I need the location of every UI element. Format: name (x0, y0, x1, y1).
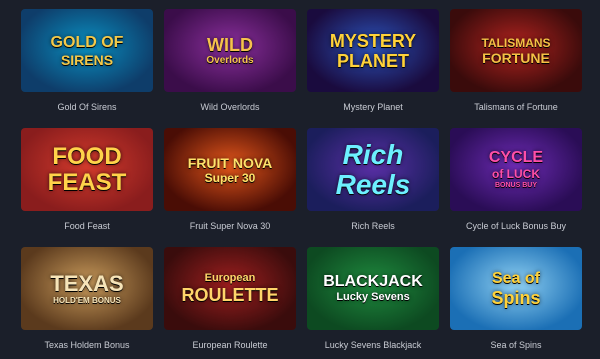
game-card[interactable]: CYCLE of LUCK BONUS BUY Cycle of Luck Bonus… (450, 128, 582, 231)
game-card[interactable]: Sea of Spins Sea of Spins (450, 247, 582, 350)
game-logo-text: TEXAS (50, 270, 124, 296)
game-thumbnail[interactable]: European ROULETTE (164, 247, 296, 330)
game-logo-text: FEAST (47, 168, 127, 196)
game-caption: Mystery Planet (343, 102, 403, 112)
game-card[interactable]: TEXAS HOLD'EM BONUS Texas Holdem Bonus (21, 247, 153, 350)
game-thumbnail[interactable]: WILD Overlords (164, 9, 296, 92)
game-thumbnail[interactable]: CYCLE of LUCK BONUS BUY (450, 128, 582, 211)
game-logo-text: Spins (491, 287, 541, 308)
game-logo-text: Reels (335, 168, 411, 200)
game-card[interactable]: MYSTERY PLANET Mystery Planet (307, 9, 439, 112)
game-logo-text: Super 30 (204, 170, 256, 185)
game-card[interactable]: European ROULETTE European Roulette (164, 247, 296, 350)
game-logo-text: European (204, 272, 256, 284)
game-logo-text: Overlords (206, 54, 254, 66)
game-caption: Fruit Super Nova 30 (189, 221, 271, 231)
game-caption: Talismans of Fortune (474, 102, 558, 112)
game-logo-text: BLACKJACK (323, 273, 423, 290)
game-thumbnail[interactable]: BLACKJACK Lucky Sevens (307, 247, 439, 330)
game-caption: Sea of Spins (490, 340, 542, 350)
game-thumbnail[interactable]: FOOD FEAST (21, 128, 153, 211)
game-logo-text: FORTUNE (482, 49, 550, 66)
game-caption: European Roulette (192, 340, 268, 350)
game-caption: Rich Reels (351, 221, 395, 231)
game-thumbnail[interactable]: Rich Reels (307, 128, 439, 211)
game-card[interactable]: FOOD FEAST Food Feast (21, 128, 153, 231)
game-logo-text: Sea of (491, 269, 540, 287)
game-logo-text: SIRENS (60, 51, 114, 68)
game-logo-text: FOOD (52, 142, 122, 170)
game-logo-text: HOLD'EM BONUS (53, 295, 121, 305)
game-logo-text: TALISMANS (481, 35, 551, 50)
game-caption: Texas Holdem Bonus (44, 340, 130, 350)
game-caption: Food Feast (64, 221, 110, 231)
game-thumbnail[interactable]: MYSTERY PLANET (307, 9, 439, 92)
game-thumbnail[interactable]: FRUIT NOVA Super 30 (164, 128, 296, 211)
game-caption: Lucky Sevens Blackjack (324, 340, 422, 350)
game-thumbnail[interactable]: Sea of Spins (450, 247, 582, 330)
game-caption: Wild Overlords (200, 102, 260, 112)
game-thumbnail[interactable]: GOLD OF SIRENS (21, 9, 153, 92)
game-logo-text: FRUIT NOVA (187, 154, 273, 171)
game-card[interactable]: FRUIT NOVA Super 30 Fruit Super Nova 30 (164, 128, 296, 231)
game-logo-text: WILD (207, 34, 253, 55)
game-card[interactable]: BLACKJACK Lucky Sevens Lucky Sevens Blackj… (307, 247, 439, 350)
game-logo-text: ROULETTE (181, 285, 279, 305)
game-logo-text: Rich (342, 138, 404, 170)
game-card[interactable]: GOLD OF SIRENS Gold Of Sirens (21, 9, 153, 112)
game-card[interactable]: WILD Overlords Wild Overlords (164, 9, 296, 112)
game-logo-text: Lucky Sevens (336, 291, 410, 303)
game-thumbnail[interactable]: TALISMANS FORTUNE (450, 9, 582, 92)
game-card[interactable]: TALISMANS FORTUNE Talismans of Fortune (450, 9, 582, 112)
game-logo-text: MYSTERY (329, 30, 417, 51)
game-caption: Cycle of Luck Bonus Buy (465, 221, 567, 231)
game-logo-text: of LUCK (492, 167, 540, 181)
game-thumbnail[interactable]: TEXAS HOLD'EM BONUS (21, 247, 153, 330)
game-logo-text: CYCLE (488, 149, 544, 166)
game-grid: GOLD OF SIRENS Gold Of Sirens WILD Overlords… (0, 0, 600, 359)
game-logo-text: PLANET (337, 50, 409, 71)
game-logo-text: BONUS BUY (494, 182, 537, 189)
game-logo-text: GOLD OF (50, 33, 124, 51)
game-card[interactable]: Rich Reels Rich Reels (307, 128, 439, 231)
game-caption: Gold Of Sirens (57, 102, 117, 112)
